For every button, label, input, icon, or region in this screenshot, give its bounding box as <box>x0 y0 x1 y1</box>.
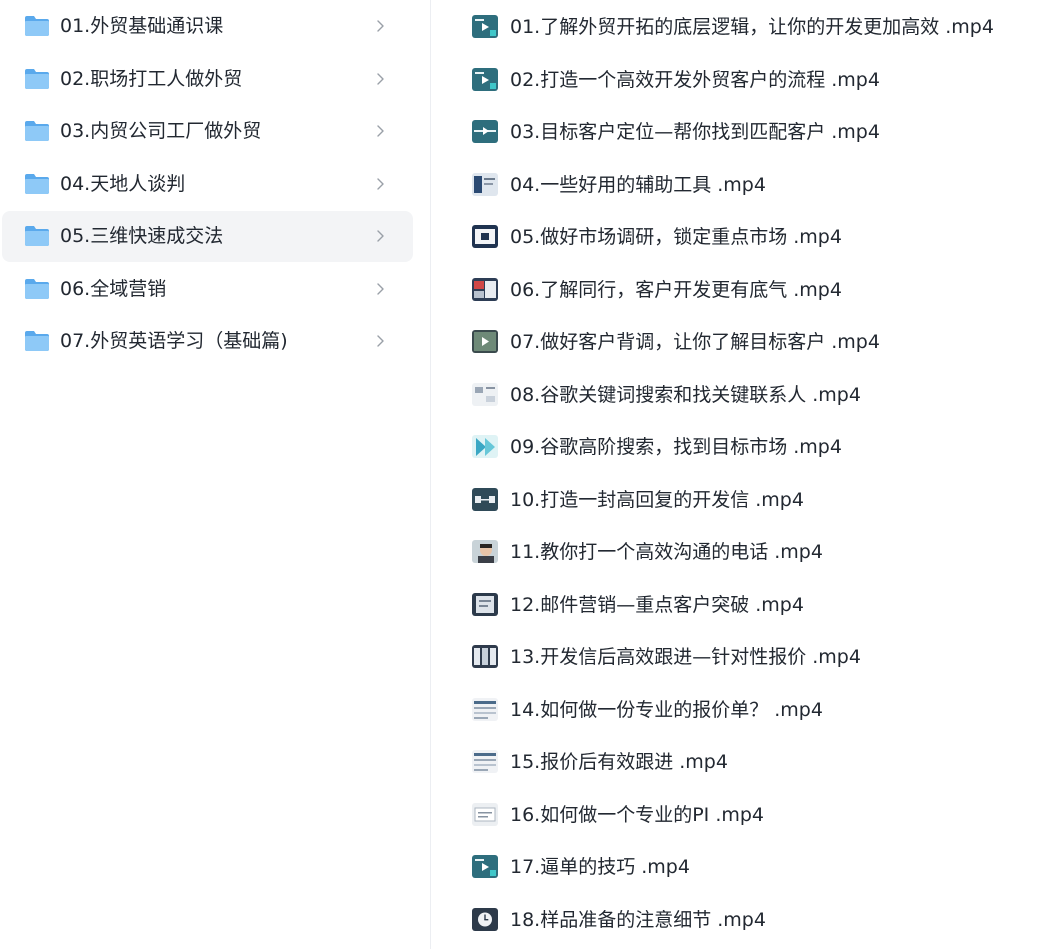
file-item[interactable]: 07.做好客户背调，让你了解目标客户 .mp4 <box>468 322 1028 362</box>
file-item[interactable]: 09.谷歌高阶搜索，找到目标市场 .mp4 <box>468 427 1028 467</box>
folder-label: 06.全域营销 <box>60 277 167 300</box>
file-item[interactable]: 14.如何做一份专业的报价单？ .mp4 <box>468 690 1028 730</box>
file-item[interactable]: 02.打造一个高效开发外贸客户的流程 .mp4 <box>468 60 1028 100</box>
dark-play-thumb <box>472 330 498 353</box>
file-label: 02.打造一个高效开发外贸客户的流程 .mp4 <box>510 68 880 91</box>
light-doc-thumb <box>472 802 498 826</box>
folder-label: 07.外贸英语学习（基础篇) <box>60 330 288 352</box>
file-label: 14.如何做一份专业的报价单？ .mp4 <box>510 698 823 721</box>
folder-icon <box>24 120 50 142</box>
folder-icon <box>24 68 50 90</box>
folder-label: 01.外贸基础通识课 <box>60 15 224 37</box>
light-table-thumb <box>472 697 498 721</box>
chevron-right-icon <box>374 71 386 87</box>
teal-diagram-thumb <box>472 120 498 143</box>
file-item[interactable]: 05.做好市场调研，锁定重点市场 .mp4 <box>468 217 1028 257</box>
file-browser: 01.外贸基础通识课 02.职场打工人做外贸 03.内贸公司工厂做外贸 04.天地人谈… <box>0 0 1040 949</box>
file-label: 08.谷歌关键词搜索和找关键联系人 .mp4 <box>510 383 861 406</box>
file-item[interactable]: 01.了解外贸开拓的底层逻辑，让你的开发更加高效 .mp4 <box>468 7 1028 47</box>
light-grid-thumb <box>472 382 498 406</box>
folder-list: 01.外贸基础通识课 02.职场打工人做外贸 03.内贸公司工厂做外贸 04.天地人谈… <box>0 0 431 949</box>
file-label: 13.开发信后高效跟进—针对性报价 .mp4 <box>510 646 861 668</box>
file-item[interactable]: 04.一些好用的辅助工具 .mp4 <box>468 165 1028 205</box>
folder-label: 03.内贸公司工厂做外贸 <box>60 120 262 142</box>
folder-icon <box>24 173 50 195</box>
folder-icon <box>24 330 50 352</box>
folder-icon <box>24 225 50 247</box>
file-item[interactable]: 10.打造一封高回复的开发信 .mp4 <box>468 480 1028 520</box>
file-label: 03.目标客户定位—帮你找到匹配客户 .mp4 <box>510 121 880 143</box>
folder-item[interactable]: 07.外贸英语学习（基础篇) <box>2 316 413 367</box>
file-item[interactable]: 18.样品准备的注意细节 .mp4 <box>468 900 1028 940</box>
file-item[interactable]: 08.谷歌关键词搜索和找关键联系人 .mp4 <box>468 375 1028 415</box>
file-label: 12.邮件营销—重点客户突破 .mp4 <box>510 593 804 616</box>
file-item[interactable]: 03.目标客户定位—帮你找到匹配客户 .mp4 <box>468 112 1028 152</box>
chevron-right-icon <box>374 333 386 349</box>
file-item[interactable]: 06.了解同行，客户开发更有底气 .mp4 <box>468 270 1028 310</box>
teal-play-thumb <box>472 15 498 38</box>
folder-label: 05.三维快速成交法 <box>60 225 224 247</box>
chevron-right-icon <box>374 228 386 244</box>
folder-label: 02.职场打工人做外贸 <box>60 67 243 90</box>
file-item[interactable]: 17.逼单的技巧 .mp4 <box>468 847 1028 887</box>
file-label: 06.了解同行，客户开发更有底气 .mp4 <box>510 278 842 301</box>
file-label: 11.教你打一个高效沟通的电话 .mp4 <box>510 541 823 563</box>
file-item[interactable]: 11.教你打一个高效沟通的电话 .mp4 <box>468 532 1028 572</box>
file-item[interactable]: 16.如何做一个专业的PI .mp4 <box>468 795 1028 835</box>
folder-label: 04.天地人谈判 <box>60 172 186 195</box>
red-slide-thumb <box>472 277 498 301</box>
file-item[interactable]: 12.邮件营销—重点客户突破 .mp4 <box>468 585 1028 625</box>
file-label: 17.逼单的技巧 .mp4 <box>510 856 690 878</box>
chevron-right-icon <box>374 281 386 297</box>
slide-thumb <box>472 172 498 196</box>
chevron-right-icon <box>374 123 386 139</box>
dark-frame-thumb <box>472 592 498 616</box>
teal-play-thumb <box>472 67 498 91</box>
file-label: 15.报价后有效跟进 .mp4 <box>510 751 728 773</box>
portrait-thumb <box>472 540 498 563</box>
file-label: 16.如何做一个专业的PI .mp4 <box>510 803 765 826</box>
folder-icon <box>24 278 50 300</box>
file-label: 05.做好市场调研，锁定重点市场 .mp4 <box>510 226 842 248</box>
chevron-right-icon <box>374 176 386 192</box>
file-label: 09.谷歌高阶搜索，找到目标市场 .mp4 <box>510 436 842 458</box>
folder-icon <box>24 15 50 37</box>
dark-diagram-thumb <box>472 487 498 511</box>
folder-item[interactable]: 06.全域营销 <box>2 264 413 315</box>
folder-item[interactable]: 03.内贸公司工厂做外贸 <box>2 106 413 157</box>
file-item[interactable]: 13.开发信后高效跟进—针对性报价 .mp4 <box>468 637 1028 677</box>
file-label: 18.样品准备的注意细节 .mp4 <box>510 908 766 931</box>
teal-play-thumb <box>472 855 498 878</box>
folder-item[interactable]: 05.三维快速成交法 <box>2 211 413 262</box>
file-list: 01.了解外贸开拓的底层逻辑，让你的开发更加高效 .mp4 02.打造一个高效开发… <box>432 0 1040 949</box>
folder-item[interactable]: 02.职场打工人做外贸 <box>2 54 413 105</box>
file-item[interactable]: 15.报价后有效跟进 .mp4 <box>468 742 1028 782</box>
chevron-right-icon <box>374 18 386 34</box>
dark-columns-thumb <box>472 645 498 668</box>
file-label: 07.做好客户背调，让你了解目标客户 .mp4 <box>510 331 880 353</box>
file-label: 10.打造一封高回复的开发信 .mp4 <box>510 488 804 511</box>
clock-thumb <box>472 907 498 931</box>
light-teal-thumb <box>472 435 498 458</box>
light-table-thumb <box>472 750 498 773</box>
file-label: 04.一些好用的辅助工具 .mp4 <box>510 173 766 196</box>
folder-item[interactable]: 01.外贸基础通识课 <box>2 1 413 52</box>
dark-slide-thumb <box>472 225 498 248</box>
file-label: 01.了解外贸开拓的底层逻辑，让你的开发更加高效 .mp4 <box>510 16 994 38</box>
folder-item[interactable]: 04.天地人谈判 <box>2 159 413 210</box>
